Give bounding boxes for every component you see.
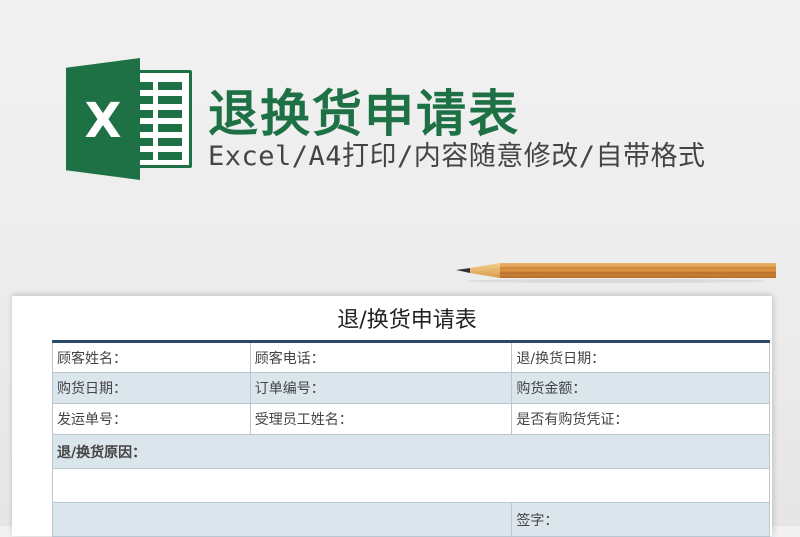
purchase-amount-field[interactable]: 购货金额： (511, 372, 770, 404)
staff-name-field[interactable]: 受理员工姓名： (249, 403, 513, 435)
signature-field[interactable]: 签字： (511, 502, 770, 537)
form-table: 顾客姓名： 顾客电话： 退/换货日期： 购货日期： 订单编号： 购货金额： 发运… (51, 340, 770, 537)
purchase-date-field[interactable]: 购货日期： (52, 372, 251, 404)
form-sheet: 退/换货申请表 顾客姓名： 顾客电话： 退/换货日期： 购货日期： 订单编号： … (12, 296, 772, 537)
table-row: 退/换货原因： (52, 434, 770, 469)
blank-cell (51, 502, 513, 537)
return-reason-label: 退/换货原因： (52, 434, 770, 469)
customer-phone-field[interactable]: 顾客电话： (249, 341, 513, 373)
receipt-field[interactable]: 是否有购货凭证： (511, 403, 770, 435)
page-subtitle: Excel/A4打印/内容随意修改/自带格式 (208, 141, 706, 172)
pencil-icon (456, 263, 776, 283)
table-row: 顾客姓名： 顾客电话： 退/换货日期： (52, 341, 770, 373)
logo-letter: X (84, 93, 122, 149)
return-reason-field[interactable] (52, 468, 770, 503)
return-date-field[interactable]: 退/换货日期： (511, 341, 770, 373)
table-row (52, 468, 770, 503)
table-row: 签字： (51, 502, 770, 537)
order-number-field[interactable]: 订单编号： (249, 372, 513, 404)
form-title: 退/换货申请表 (337, 308, 477, 333)
excel-logo: X (66, 58, 194, 180)
table-row: 发运单号： 受理员工姓名： 是否有购货凭证： (52, 403, 770, 435)
shipping-number-field[interactable]: 发运单号： (52, 403, 251, 435)
table-row: 购货日期： 订单编号： 购货金额： (52, 372, 770, 404)
excel-x-icon: X (66, 58, 140, 180)
customer-name-field[interactable]: 顾客姓名： (52, 341, 251, 373)
